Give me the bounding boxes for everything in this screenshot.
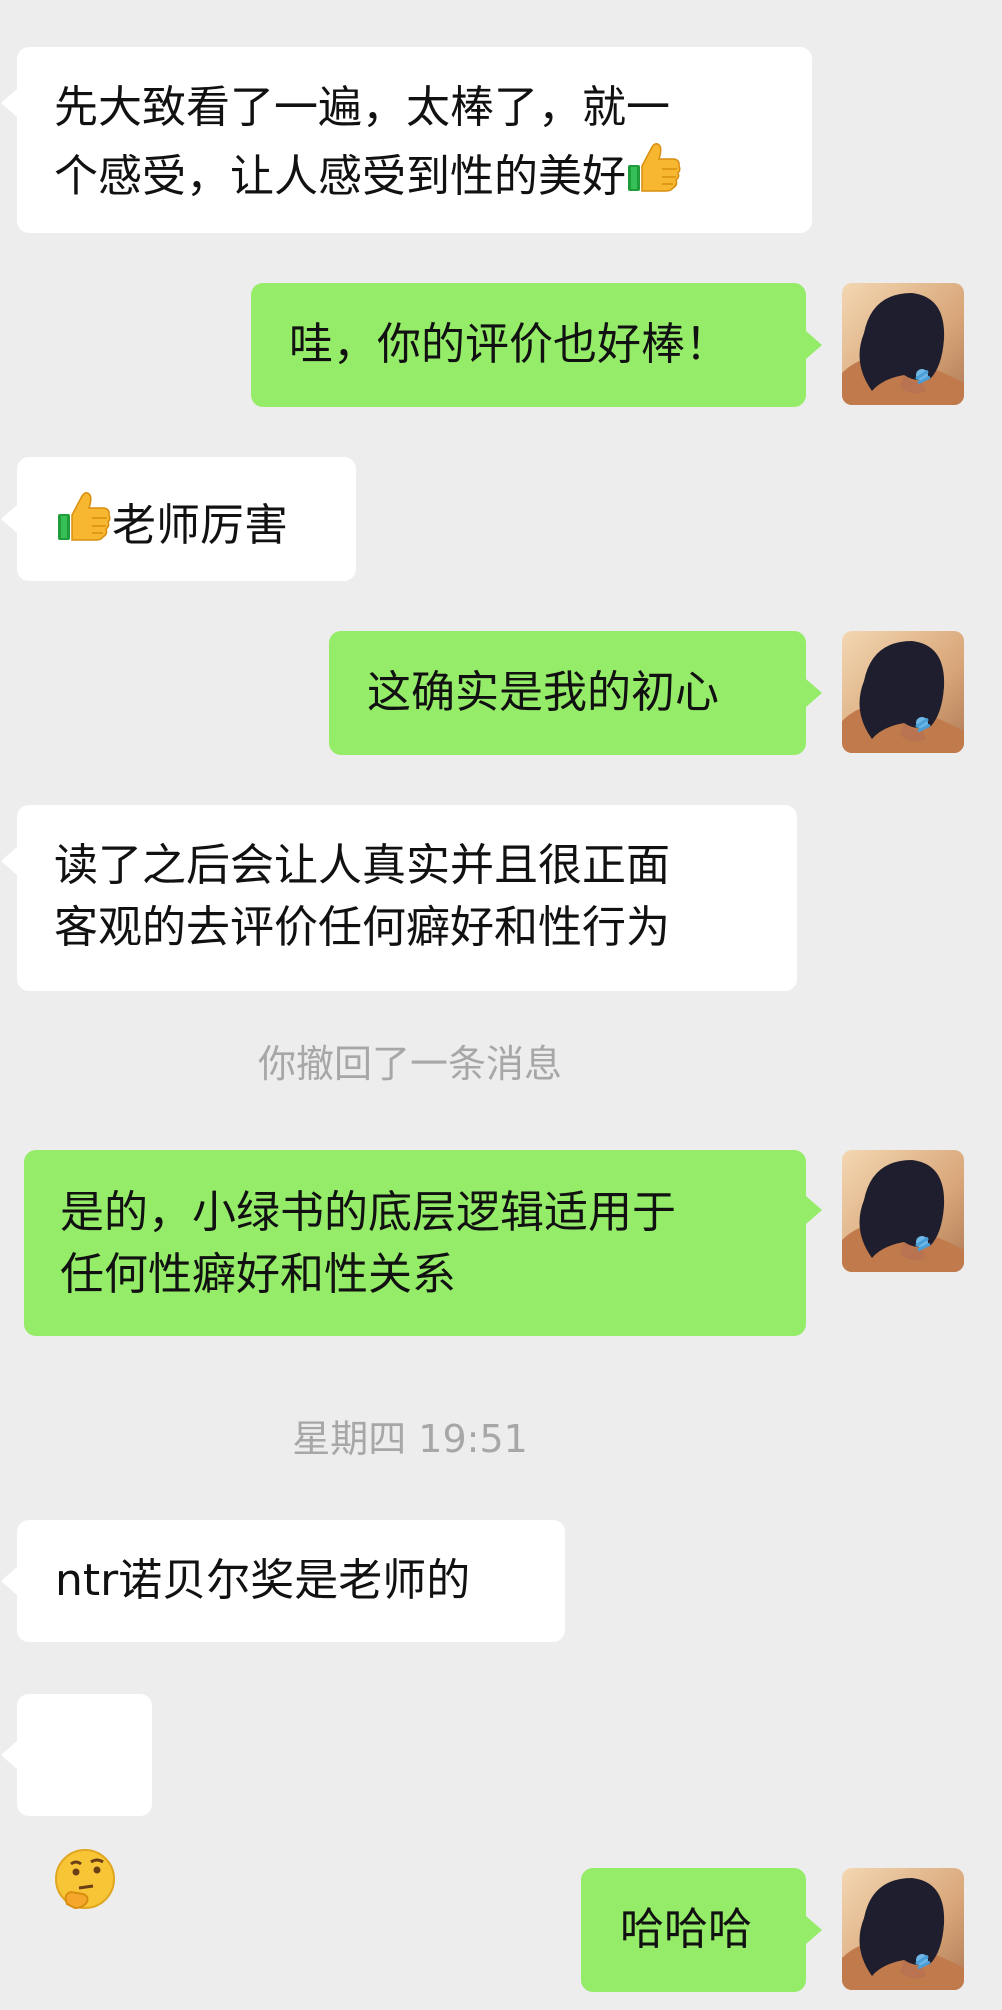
message-text-line: 客观的去评价任何癖好和性行为 [54, 902, 670, 953]
incoming-message-bubble[interactable]: ntr诺贝尔奖是老师的 [1, 1520, 565, 1642]
outgoing-message-bubble[interactable]: 哇，你的评价也好棒！ [251, 283, 822, 407]
incoming-message-bubble[interactable] [1, 1694, 152, 1910]
message-text: 哈哈哈 [620, 1904, 752, 1955]
message-text-line: 个感受，让人感受到性的美好 [54, 151, 626, 202]
message-text-line: 读了之后会让人真实并且很正面 [54, 840, 670, 891]
avatar[interactable] [842, 631, 964, 753]
avatar-photo-icon [842, 1868, 964, 1990]
thumbs-up-icon [626, 139, 682, 195]
message-text-line: 先大致看了一遍，太棒了，就一 [54, 82, 670, 133]
thumbs-up-icon [56, 488, 112, 544]
message-text: ntr诺贝尔奖是老师的 [55, 1555, 471, 1606]
message-text-line: 是的，小绿书的底层逻辑适用于 [60, 1187, 676, 1238]
message-text: 老师厉害 [112, 500, 288, 551]
recall-notice: 你撤回了一条消息 [257, 1042, 562, 1086]
avatar-photo-icon [842, 631, 964, 753]
message-text-line: 任何性癖好和性关系 [60, 1249, 456, 1300]
outgoing-message-bubble[interactable]: 这确实是我的初心 [329, 631, 822, 755]
incoming-message-bubble[interactable]: 读了之后会让人真实并且很正面 客观的去评价任何癖好和性行为 [1, 805, 797, 991]
avatar[interactable] [842, 283, 964, 405]
avatar[interactable] [842, 1868, 964, 1990]
incoming-message-bubble[interactable]: 老师厉害 [1, 457, 356, 581]
avatar[interactable] [842, 1150, 964, 1272]
avatar-photo-icon [842, 283, 964, 405]
thinking-face-icon [55, 1849, 115, 1910]
incoming-message-bubble[interactable]: 先大致看了一遍，太棒了，就一 个感受，让人感受到性的美好 [1, 47, 812, 233]
outgoing-message-bubble[interactable]: 哈哈哈 [581, 1868, 822, 1992]
message-text: 这确实是我的初心 [367, 667, 719, 718]
timestamp: 星期四 19:51 [292, 1417, 528, 1461]
avatar-photo-icon [842, 1150, 964, 1272]
message-text: 哇，你的评价也好棒！ [289, 319, 729, 370]
outgoing-message-bubble[interactable]: 是的，小绿书的底层逻辑适用于 任何性癖好和性关系 [24, 1150, 822, 1336]
